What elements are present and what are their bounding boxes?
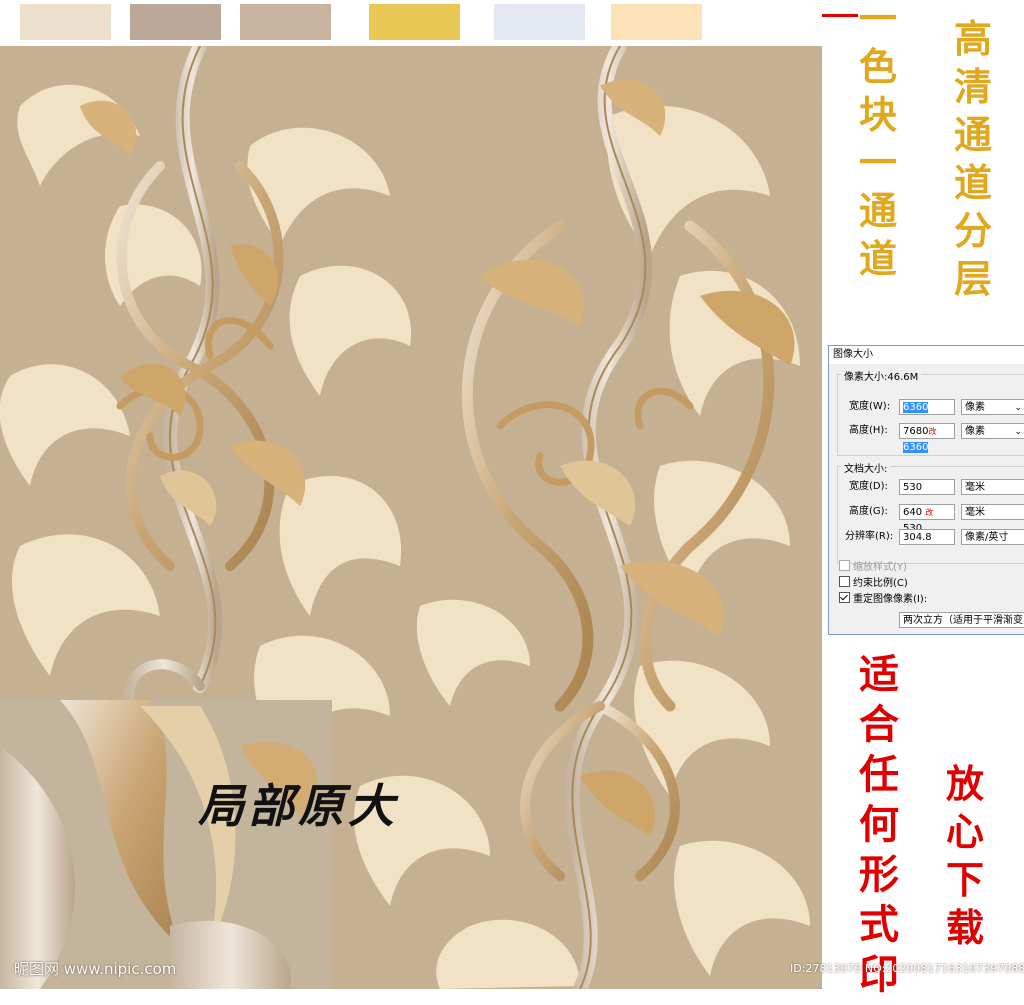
vertical-text-safe-download: 放心下载 xyxy=(942,765,988,957)
damask-pattern xyxy=(0,46,822,989)
dialog-title: 图像大小 xyxy=(829,346,1024,364)
scale-styles-checkbox[interactable]: 缩放样式(Y) xyxy=(839,560,907,574)
height-edit-mark: 改 xyxy=(928,427,937,436)
site-watermark: 昵图网 www.nipic.com xyxy=(14,960,177,978)
width-value: 6360 xyxy=(903,402,929,413)
color-swatch-4 xyxy=(369,4,460,40)
vertical-char: 心 xyxy=(945,809,984,854)
doc-height-unit-select[interactable]: 毫米 xyxy=(961,504,1024,520)
doc-height-edit-mark: 改 xyxy=(925,508,934,517)
width-label: 宽度(W): xyxy=(849,401,891,412)
color-swatch-5 xyxy=(494,4,585,40)
vertical-char: 块 xyxy=(858,92,897,137)
vertical-char: 任 xyxy=(859,751,899,798)
height-input[interactable]: 7680改 6360 xyxy=(899,423,955,453)
vertical-char: 放 xyxy=(945,761,984,806)
color-swatch-2 xyxy=(130,4,221,40)
doc-height-input[interactable]: 640 改 530 xyxy=(899,504,955,534)
resample-label: 重定图像像素(I): xyxy=(853,594,928,605)
checkbox-box xyxy=(839,560,850,571)
vertical-char: 一 xyxy=(858,140,897,185)
width-unit-label: 像素 xyxy=(965,402,985,413)
doc-width-input[interactable]: 530 xyxy=(899,479,955,495)
vertical-char: 通 xyxy=(858,188,897,233)
width-input[interactable]: 6360 xyxy=(899,399,955,415)
doc-height-value-prefix: 640 xyxy=(903,507,923,518)
doc-width-unit-select[interactable]: 毫米 xyxy=(961,479,1024,495)
resolution-value: 304.8 xyxy=(903,532,932,543)
color-swatch-1 xyxy=(20,4,111,40)
height-label: 高度(H): xyxy=(849,425,888,436)
doc-width-unit-label: 毫米 xyxy=(965,482,985,493)
chevron-down-icon: ⌄ xyxy=(1014,427,1022,437)
vertical-char: 道 xyxy=(953,160,992,205)
height-value-selected: 6360 xyxy=(903,442,929,453)
vertical-char: 何 xyxy=(859,801,899,848)
pixel-dimensions-label: 像素大小:46.6M xyxy=(841,368,922,383)
vertical-char: 通 xyxy=(953,112,992,157)
resample-checkbox[interactable]: 重定图像像素(I): xyxy=(839,592,927,606)
vertical-text-color-channel: 一色块一通道 xyxy=(855,0,901,288)
vertical-char: 式 xyxy=(859,901,899,948)
chevron-down-icon: ⌄ xyxy=(1014,403,1022,413)
vertical-text-hd-layers: 高清通道分层 xyxy=(950,20,996,308)
vertical-char: 下 xyxy=(945,857,984,902)
document-size-label: 文档大小: xyxy=(841,460,891,475)
resample-method-label: 两次立方（适用于平滑渐变 xyxy=(903,615,1023,626)
doc-width-value: 530 xyxy=(903,482,923,493)
resolution-unit-label: 像素/英寸 xyxy=(965,532,1009,543)
resolution-unit-select[interactable]: 像素/英寸 xyxy=(961,529,1024,545)
doc-height-unit-label: 毫米 xyxy=(965,507,985,518)
vertical-text-any-print: 适合任何形式印 xyxy=(855,655,903,1005)
doc-width-label: 宽度(D): xyxy=(849,481,888,492)
vertical-char: 分 xyxy=(953,208,992,253)
vertical-char: 形 xyxy=(859,851,899,898)
height-unit-select[interactable]: 像素 ⌄ xyxy=(961,423,1024,439)
vertical-char: 层 xyxy=(953,256,992,301)
height-value-prefix: 7680 xyxy=(903,426,929,437)
constrain-label: 约束比例(C) xyxy=(853,578,908,589)
scale-styles-label: 缩放样式(Y) xyxy=(853,562,907,573)
vertical-char: 适 xyxy=(859,651,899,698)
image-id-label: ID:27813070 NO:20200817163107397088 xyxy=(790,962,1024,975)
vertical-char: 一 xyxy=(858,0,897,41)
red-dash xyxy=(822,14,858,17)
doc-height-label: 高度(G): xyxy=(849,506,888,517)
vertical-char: 色 xyxy=(858,44,897,89)
detail-zoom-panel xyxy=(0,700,332,989)
vertical-char: 清 xyxy=(953,64,992,109)
detail-original-size-label: 局部原大 xyxy=(198,779,398,833)
vertical-char: 印 xyxy=(859,951,899,998)
checkbox-checked-icon xyxy=(839,592,850,603)
vertical-char: 高 xyxy=(953,16,992,61)
height-unit-label: 像素 xyxy=(965,426,985,437)
resolution-input[interactable]: 304.8 xyxy=(899,529,955,545)
vertical-char: 道 xyxy=(858,236,897,281)
constrain-proportions-checkbox[interactable]: 约束比例(C) xyxy=(839,576,908,590)
vertical-char: 载 xyxy=(945,905,984,950)
checkbox-box xyxy=(839,576,850,587)
width-unit-select[interactable]: 像素 ⌄ xyxy=(961,399,1024,415)
resample-method-select[interactable]: 两次立方（适用于平滑渐变 xyxy=(899,612,1024,628)
vertical-char: 合 xyxy=(859,701,899,748)
color-swatch-3 xyxy=(240,4,331,40)
color-swatch-6 xyxy=(611,4,702,40)
image-size-dialog: 图像大小 像素大小:46.6M 宽度(W): 6360 像素 ⌄ 高度(H): 7… xyxy=(828,345,1024,635)
resolution-label: 分辨率(R): xyxy=(845,531,894,542)
